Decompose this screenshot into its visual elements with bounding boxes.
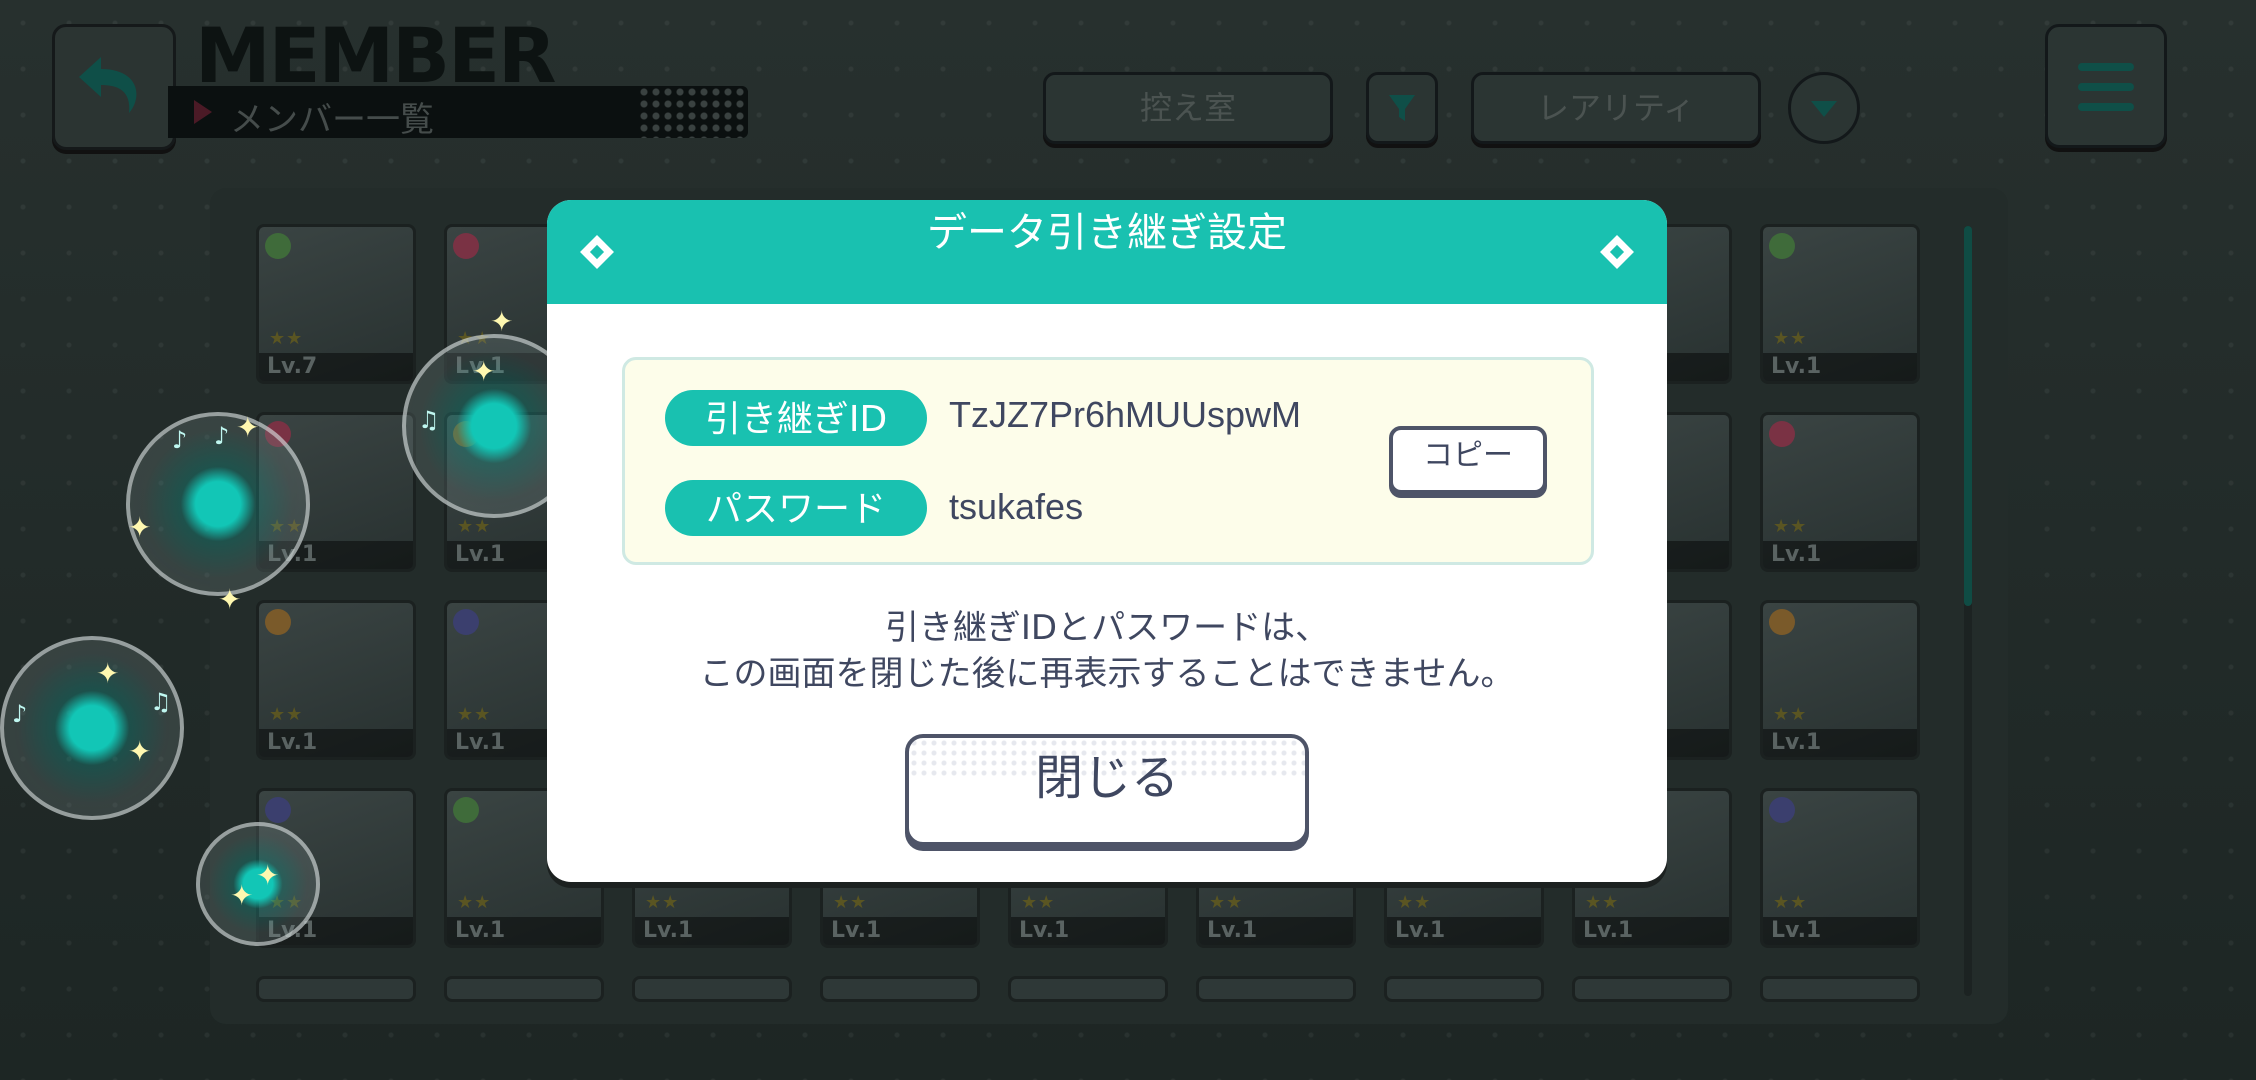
subtitle-triangle-icon — [194, 100, 212, 124]
rarity-stars: ★★ — [1773, 516, 1808, 537]
member-level: Lv.1 — [1763, 353, 1917, 381]
chevron-down-icon — [1811, 101, 1837, 117]
attribute-icon — [1769, 609, 1795, 635]
rarity-stars: ★★ — [1773, 892, 1808, 913]
password-label: パスワード — [665, 480, 927, 536]
member-level: Lv.1 — [259, 729, 413, 757]
sparkle-icon: ✦ — [96, 657, 120, 690]
sparkle-icon: ✦ — [128, 511, 152, 544]
notice-line-2: この画面を閉じた後に再表示することはできません。 — [699, 654, 1515, 694]
password-value: tsukafes — [949, 486, 1084, 527]
transfer-id-value: TzJZ7Pr6hMUUspwM — [949, 394, 1302, 435]
attribute-icon — [453, 233, 479, 259]
member-card[interactable] — [444, 976, 604, 1002]
attribute-icon — [1769, 233, 1795, 259]
member-card[interactable]: ★★ Lv.1 — [1760, 412, 1920, 572]
close-button-label: 閉じる — [1034, 750, 1179, 806]
copy-button[interactable]: コピー — [1389, 426, 1547, 494]
waiting-room-button[interactable]: 控え室 — [1043, 72, 1333, 144]
rarity-stars: ★★ — [645, 892, 680, 913]
sparkle-icon: ✦ — [236, 411, 260, 444]
member-card[interactable] — [1196, 976, 1356, 1002]
member-level: Lv.1 — [1011, 917, 1165, 945]
member-level: Lv.1 — [1575, 917, 1729, 945]
data-transfer-dialog: データ引き継ぎ設定 引き継ぎID TzJZ7Pr6hMUUspwM パスワード … — [547, 200, 1667, 882]
member-level: Lv.1 — [1763, 541, 1917, 569]
member-card[interactable] — [632, 976, 792, 1002]
rarity-stars: ★★ — [457, 704, 492, 725]
rarity-stars: ★★ — [457, 892, 492, 913]
menu-icon — [2078, 63, 2134, 71]
sparkle-icon: ✦ — [256, 859, 280, 892]
attribute-icon — [265, 797, 291, 823]
attribute-icon — [265, 609, 291, 635]
sparkle-icon: ✦ — [490, 305, 514, 338]
close-button[interactable]: 閉じる — [905, 734, 1309, 846]
filter-button[interactable] — [1366, 72, 1438, 144]
sparkle-icon: ✦ — [230, 879, 254, 912]
rarity-stars: ★★ — [833, 892, 868, 913]
rarity-stars: ★★ — [1585, 892, 1620, 913]
credentials-box: 引き継ぎID TzJZ7Pr6hMUUspwM パスワード tsukafes コ… — [622, 357, 1594, 565]
filter-icon — [1389, 95, 1415, 121]
member-level: Lv.1 — [635, 917, 789, 945]
attribute-icon — [1769, 421, 1795, 447]
bubble-effect — [0, 636, 184, 820]
rarity-stars: ★★ — [1397, 892, 1432, 913]
sort-order-button[interactable] — [1788, 72, 1860, 144]
member-level: Lv.1 — [447, 917, 601, 945]
dialog-title: データ引き継ぎ設定 — [927, 210, 1287, 256]
member-card[interactable] — [256, 976, 416, 1002]
sparkle-icon: ✦ — [218, 583, 242, 616]
subtitle-dot-pattern — [638, 86, 748, 138]
rarity-stars: ★★ — [1773, 328, 1808, 349]
music-note-icon: ♪ — [12, 700, 28, 728]
menu-icon-bar — [2078, 103, 2134, 111]
music-note-icon: ♪ — [172, 426, 188, 454]
rarity-stars: ★★ — [457, 516, 492, 537]
member-card[interactable]: ★★ Lv.1 — [256, 600, 416, 760]
page-title: MEMBER — [195, 11, 557, 100]
member-card[interactable] — [1008, 976, 1168, 1002]
member-card[interactable]: ★★ Lv.1 — [1760, 224, 1920, 384]
scrollbar-thumb[interactable] — [1964, 226, 1972, 606]
back-arrow-icon — [79, 57, 137, 113]
rarity-stars: ★★ — [1773, 704, 1808, 725]
music-note-icon: ♫ — [150, 688, 172, 716]
rarity-stars: ★★ — [269, 328, 304, 349]
back-button[interactable] — [52, 24, 176, 150]
rarity-stars: ★★ — [1209, 892, 1244, 913]
member-level: Lv.1 — [1199, 917, 1353, 945]
member-card[interactable] — [1384, 976, 1544, 1002]
member-level: Lv.1 — [1387, 917, 1541, 945]
menu-button[interactable] — [2045, 24, 2167, 148]
member-level: Lv.7 — [259, 353, 413, 381]
member-card[interactable] — [1760, 976, 1920, 1002]
attribute-icon — [453, 797, 479, 823]
attribute-icon — [265, 233, 291, 259]
menu-icon-bar — [2078, 83, 2134, 91]
sort-rarity-button[interactable]: レアリティ — [1471, 72, 1761, 144]
grid-scrollbar[interactable] — [1964, 226, 1972, 996]
attribute-icon — [1769, 797, 1795, 823]
member-card[interactable] — [1572, 976, 1732, 1002]
rarity-stars: ★★ — [1021, 892, 1056, 913]
member-level: Lv.1 — [1763, 917, 1917, 945]
member-card[interactable] — [820, 976, 980, 1002]
member-card[interactable]: ★★ Lv.1 — [1760, 600, 1920, 760]
notice-line-1: 引き継ぎIDとパスワードは、 — [884, 608, 1330, 648]
attribute-icon — [453, 609, 479, 635]
sparkle-icon: ✦ — [472, 355, 496, 388]
member-level: Lv.1 — [823, 917, 977, 945]
music-note-icon: ♫ — [418, 406, 440, 434]
member-card[interactable]: ★★ Lv.1 — [1760, 788, 1920, 948]
member-level: Lv.1 — [1763, 729, 1917, 757]
sparkle-icon: ✦ — [128, 735, 152, 768]
member-card[interactable]: ★★ Lv.7 — [256, 224, 416, 384]
transfer-id-label: 引き継ぎID — [665, 390, 927, 446]
music-note-icon: ♪ — [214, 422, 230, 450]
rarity-stars: ★★ — [269, 704, 304, 725]
